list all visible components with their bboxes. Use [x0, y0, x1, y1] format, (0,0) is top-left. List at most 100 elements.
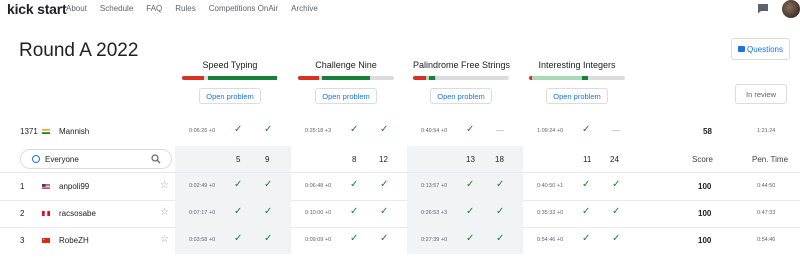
time-cell: 0:02:49 +0 [189, 183, 216, 189]
attempted-count: 13 [466, 155, 475, 164]
check-icon: ✓ [264, 179, 273, 190]
time-cell: 0:49:54 +0 [421, 128, 448, 134]
filter-label: Everyone [45, 155, 79, 164]
nav-archive[interactable]: Archive [291, 4, 318, 13]
time-cell: 0:13:57 +0 [421, 183, 448, 189]
open-problem-button[interactable]: Open problem [546, 88, 608, 104]
globe-icon [32, 155, 40, 163]
star-icon[interactable]: ☆ [160, 207, 169, 218]
message-icon [737, 46, 745, 52]
problem-stats-bar [529, 76, 625, 80]
check-icon: ✓ [350, 179, 359, 190]
penalty-header[interactable]: Pen. Time [752, 155, 788, 164]
nav-schedule[interactable]: Schedule [100, 4, 133, 13]
penalty-time: 0:47:33 [757, 210, 776, 216]
star-icon[interactable]: ☆ [160, 180, 169, 191]
unsolved-dash: — [496, 126, 504, 135]
problem-2: Challenge Nine Open problem [298, 60, 394, 104]
open-problem-button[interactable]: Open problem [315, 88, 377, 104]
check-icon: ✓ [380, 179, 389, 190]
page-title: Round A 2022 [19, 40, 139, 61]
user-name[interactable]: racsosabe [59, 209, 96, 218]
time-cell: 0:40:50 +1 [537, 183, 564, 189]
flag-icon [42, 211, 50, 216]
problem-1: Speed Typing Open problem [182, 60, 278, 104]
flag-icon [42, 184, 50, 189]
check-icon: ✓ [234, 233, 243, 244]
top-nav: kick start About Schedule FAQ Rules Comp… [0, 0, 800, 20]
check-icon: ✓ [496, 233, 505, 244]
score: 58 [703, 127, 712, 136]
solved-count: 24 [610, 155, 619, 164]
rank: 3 [20, 236, 25, 245]
unsolved-dash: — [612, 126, 620, 135]
time-cell: 0:10:00 +0 [305, 210, 332, 216]
check-icon: ✓ [380, 206, 389, 217]
problem-name: Palindrome Free Strings [413, 60, 511, 70]
check-icon: ✓ [264, 124, 273, 135]
search-icon[interactable] [151, 154, 161, 164]
brand-logo[interactable]: kick start [7, 1, 67, 17]
score-header[interactable]: Score [692, 155, 713, 164]
score: 100 [698, 236, 712, 245]
time-cell: 0:27:39 +0 [421, 237, 448, 243]
penalty-time: 0:44:50 [757, 183, 776, 189]
problem-name: Speed Typing [202, 60, 258, 70]
time-cell: 0:35:33 +0 [537, 210, 564, 216]
open-problem-button[interactable]: Open problem [199, 88, 261, 104]
nav-competitions-onair[interactable]: Competitions OnAir [209, 4, 278, 13]
problem-stats-bar [413, 76, 509, 80]
solved-count: 18 [495, 155, 504, 164]
questions-button[interactable]: Questions [731, 38, 790, 60]
table-row: 3 RobeZH ☆ 0:03:58 +0 ✓ ✓ 0:09:09 +0 ✓ ✓… [0, 227, 800, 254]
user-name[interactable]: RobeZH [59, 236, 89, 245]
nav-about[interactable]: About [66, 4, 87, 13]
rank: 1371 [20, 127, 38, 136]
check-icon: ✓ [612, 233, 621, 244]
check-icon: ✓ [380, 124, 389, 135]
user-name[interactable]: anpoli99 [59, 182, 89, 191]
solved-count: 12 [379, 155, 388, 164]
open-problem-button[interactable]: Open problem [430, 88, 492, 104]
star-icon[interactable]: ☆ [160, 234, 169, 245]
problem-stats-bar [182, 76, 278, 80]
time-cell: 0:09:09 +0 [305, 237, 332, 243]
nav-faq[interactable]: FAQ [146, 4, 162, 13]
penalty-time: 0:54:46 [757, 237, 776, 243]
check-icon: ✓ [466, 124, 475, 135]
check-icon: ✓ [496, 179, 505, 190]
attempted-count: 8 [352, 155, 357, 164]
rank: 1 [20, 182, 25, 191]
check-icon: ✓ [350, 206, 359, 217]
check-icon: ✓ [496, 206, 505, 217]
time-cell: 0:06:48 +0 [305, 183, 332, 189]
user-name[interactable]: Mannish [59, 127, 89, 136]
check-icon: ✓ [466, 179, 475, 190]
chat-icon[interactable] [757, 3, 769, 14]
solved-count: 9 [265, 155, 270, 164]
rank: 2 [20, 209, 25, 218]
check-icon: ✓ [612, 206, 621, 217]
table-row: 2 racsosabe ☆ 0:07:17 +0 ✓ ✓ 0:10:00 +0 … [0, 200, 800, 227]
time-cell: 0:26:53 +3 [421, 210, 448, 216]
check-icon: ✓ [582, 179, 591, 190]
table-row: 1 anpoli99 ☆ 0:02:49 +0 ✓ ✓ 0:06:48 +0 ✓… [0, 173, 800, 200]
check-icon: ✓ [582, 206, 591, 217]
check-icon: ✓ [234, 124, 243, 135]
check-icon: ✓ [582, 233, 591, 244]
problem-name: Challenge Nine [315, 60, 377, 70]
penalty-time: 1:21:24 [757, 128, 776, 134]
time-cell: 0:25:18 +3 [305, 128, 332, 134]
check-icon: ✓ [466, 233, 475, 244]
check-icon: ✓ [264, 206, 273, 217]
nav-rules[interactable]: Rules [175, 4, 195, 13]
questions-label: Questions [746, 44, 784, 54]
time-cell: 0:07:17 +0 [189, 210, 216, 216]
check-icon: ✓ [612, 179, 621, 190]
avatar[interactable] [782, 0, 800, 18]
problem-3: Palindrome Free Strings Open problem [413, 60, 511, 104]
my-rank-row: 1371 Mannish 0:06:26 +0 ✓ ✓ 0:25:18 +3 ✓… [0, 118, 800, 145]
problem-4: Interesting Integers Open problem [529, 60, 625, 104]
check-icon: ✓ [234, 179, 243, 190]
filter-input[interactable]: Everyone [20, 149, 172, 169]
